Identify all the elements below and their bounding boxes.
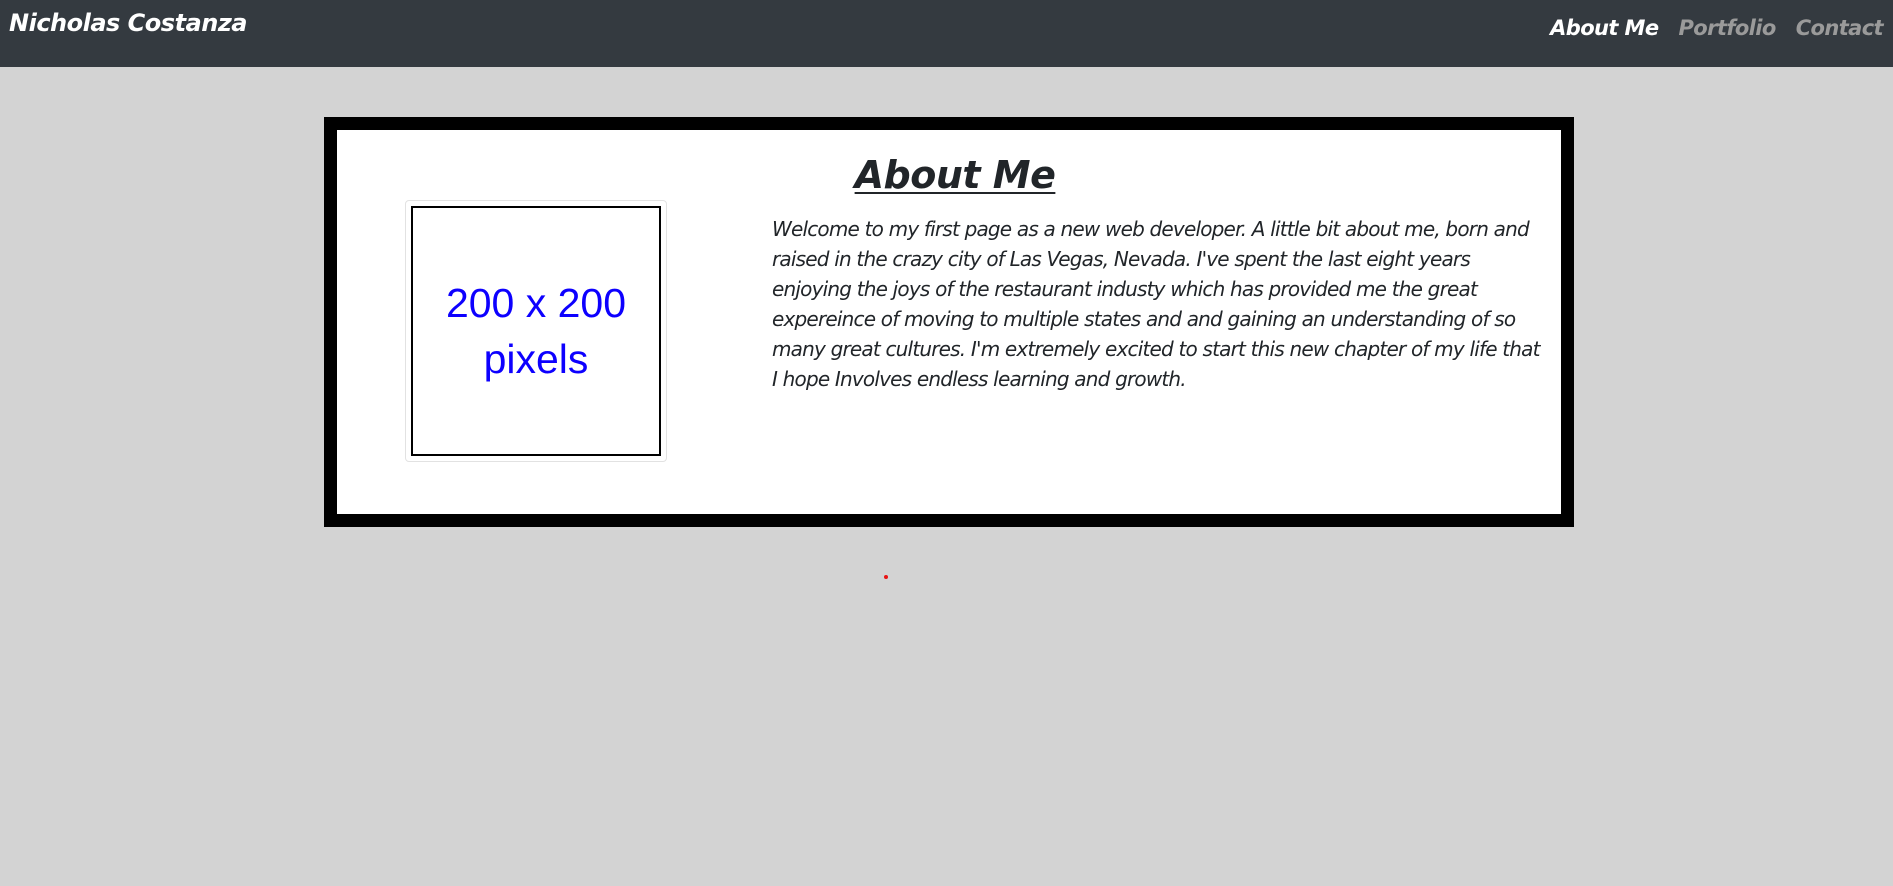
brand-link[interactable]: Nicholas Costanza bbox=[9, 9, 247, 37]
nav-link-about-me[interactable]: About Me bbox=[1540, 16, 1668, 40]
red-dot bbox=[884, 575, 888, 579]
nav-link-contact[interactable]: Contact bbox=[1786, 16, 1893, 40]
page-title: About Me bbox=[337, 153, 1561, 197]
nav-links: About Me Portfolio Contact bbox=[1540, 16, 1893, 40]
nav-link-portfolio[interactable]: Portfolio bbox=[1669, 16, 1786, 40]
profile-image-placeholder: 200 x 200 pixels bbox=[411, 206, 661, 456]
page-title-text: About Me bbox=[854, 153, 1056, 197]
placeholder-size-text: 200 x 200 bbox=[445, 280, 627, 326]
profile-image-frame: 200 x 200 pixels bbox=[405, 200, 667, 462]
placeholder-unit-text: pixels bbox=[483, 336, 589, 382]
top-navbar: Nicholas Costanza About Me Portfolio Con… bbox=[0, 0, 1893, 67]
bio-paragraph: Welcome to my first page as a new web de… bbox=[772, 217, 1540, 391]
about-card: About Me 200 x 200 pixels Welcome to my … bbox=[324, 117, 1574, 527]
